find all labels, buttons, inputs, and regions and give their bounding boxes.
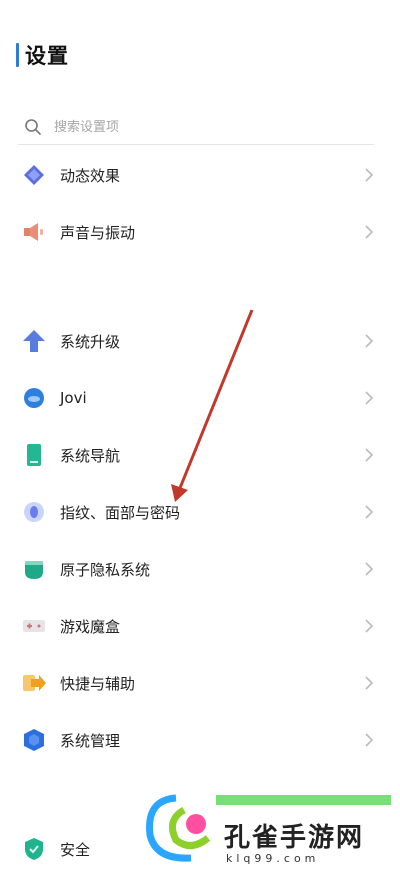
chevron-right-icon (365, 676, 374, 690)
settings-item-label: 安全 (60, 840, 91, 859)
page-title: 设置 (25, 44, 69, 68)
watermark-domain: klq99.com (226, 852, 320, 865)
settings-item-dynamic-effect[interactable]: 动态效果 (0, 149, 400, 201)
game-box-icon (21, 613, 47, 639)
security-shield-icon (21, 836, 47, 862)
settings-item-shortcut-assist[interactable]: 快捷与辅助 (0, 657, 400, 709)
dynamic-effect-icon (21, 162, 47, 188)
chevron-right-icon (365, 505, 374, 519)
settings-item-system-navigation[interactable]: 系统导航 (0, 429, 400, 481)
page-header: 设置 (16, 40, 69, 70)
navigation-phone-icon (21, 442, 47, 468)
settings-item-label: 原子隐私系统 (60, 560, 151, 579)
settings-item-label: 声音与振动 (60, 223, 136, 242)
search-bar[interactable] (18, 110, 374, 145)
upgrade-arrow-icon (21, 328, 47, 354)
settings-item-system-upgrade[interactable]: 系统升级 (0, 315, 400, 367)
chevron-right-icon (365, 448, 374, 462)
chevron-right-icon (365, 168, 374, 182)
speaker-icon (21, 219, 47, 245)
chevron-right-icon (365, 225, 374, 239)
shortcut-icon (21, 670, 47, 696)
settings-item-label: 系统升级 (60, 332, 121, 351)
chevron-right-icon (365, 562, 374, 576)
settings-item-label: Jovi (60, 389, 87, 407)
settings-item-label: 指纹、面部与密码 (60, 503, 181, 522)
settings-item-label: 动态效果 (60, 166, 121, 185)
chevron-right-icon (365, 334, 374, 348)
settings-item-system-management[interactable]: 系统管理 (0, 714, 400, 766)
watermark-brand: 孔雀手游网 (224, 823, 365, 853)
settings-item-label: 游戏魔盒 (60, 617, 121, 636)
settings-item-game-box[interactable]: 游戏魔盒 (0, 600, 400, 652)
settings-item-jovi[interactable]: Jovi (0, 372, 400, 424)
settings-item-atomic-privacy[interactable]: 原子隐私系统 (0, 543, 400, 595)
title-accent-bar (16, 43, 19, 67)
fingerprint-icon (21, 499, 47, 525)
jovi-icon (21, 385, 47, 411)
chevron-right-icon (365, 619, 374, 633)
chevron-right-icon (365, 391, 374, 405)
system-management-icon (21, 727, 47, 753)
settings-item-label: 快捷与辅助 (60, 674, 136, 693)
settings-item-sound-vibration[interactable]: 声音与振动 (0, 206, 400, 258)
chevron-right-icon (365, 733, 374, 747)
privacy-icon (21, 556, 47, 582)
search-input[interactable] (52, 118, 316, 136)
settings-item-fingerprint-face-password[interactable]: 指纹、面部与密码 (0, 486, 400, 538)
search-icon (25, 119, 41, 135)
settings-item-label: 系统导航 (60, 446, 121, 465)
settings-item-label: 系统管理 (60, 731, 121, 750)
